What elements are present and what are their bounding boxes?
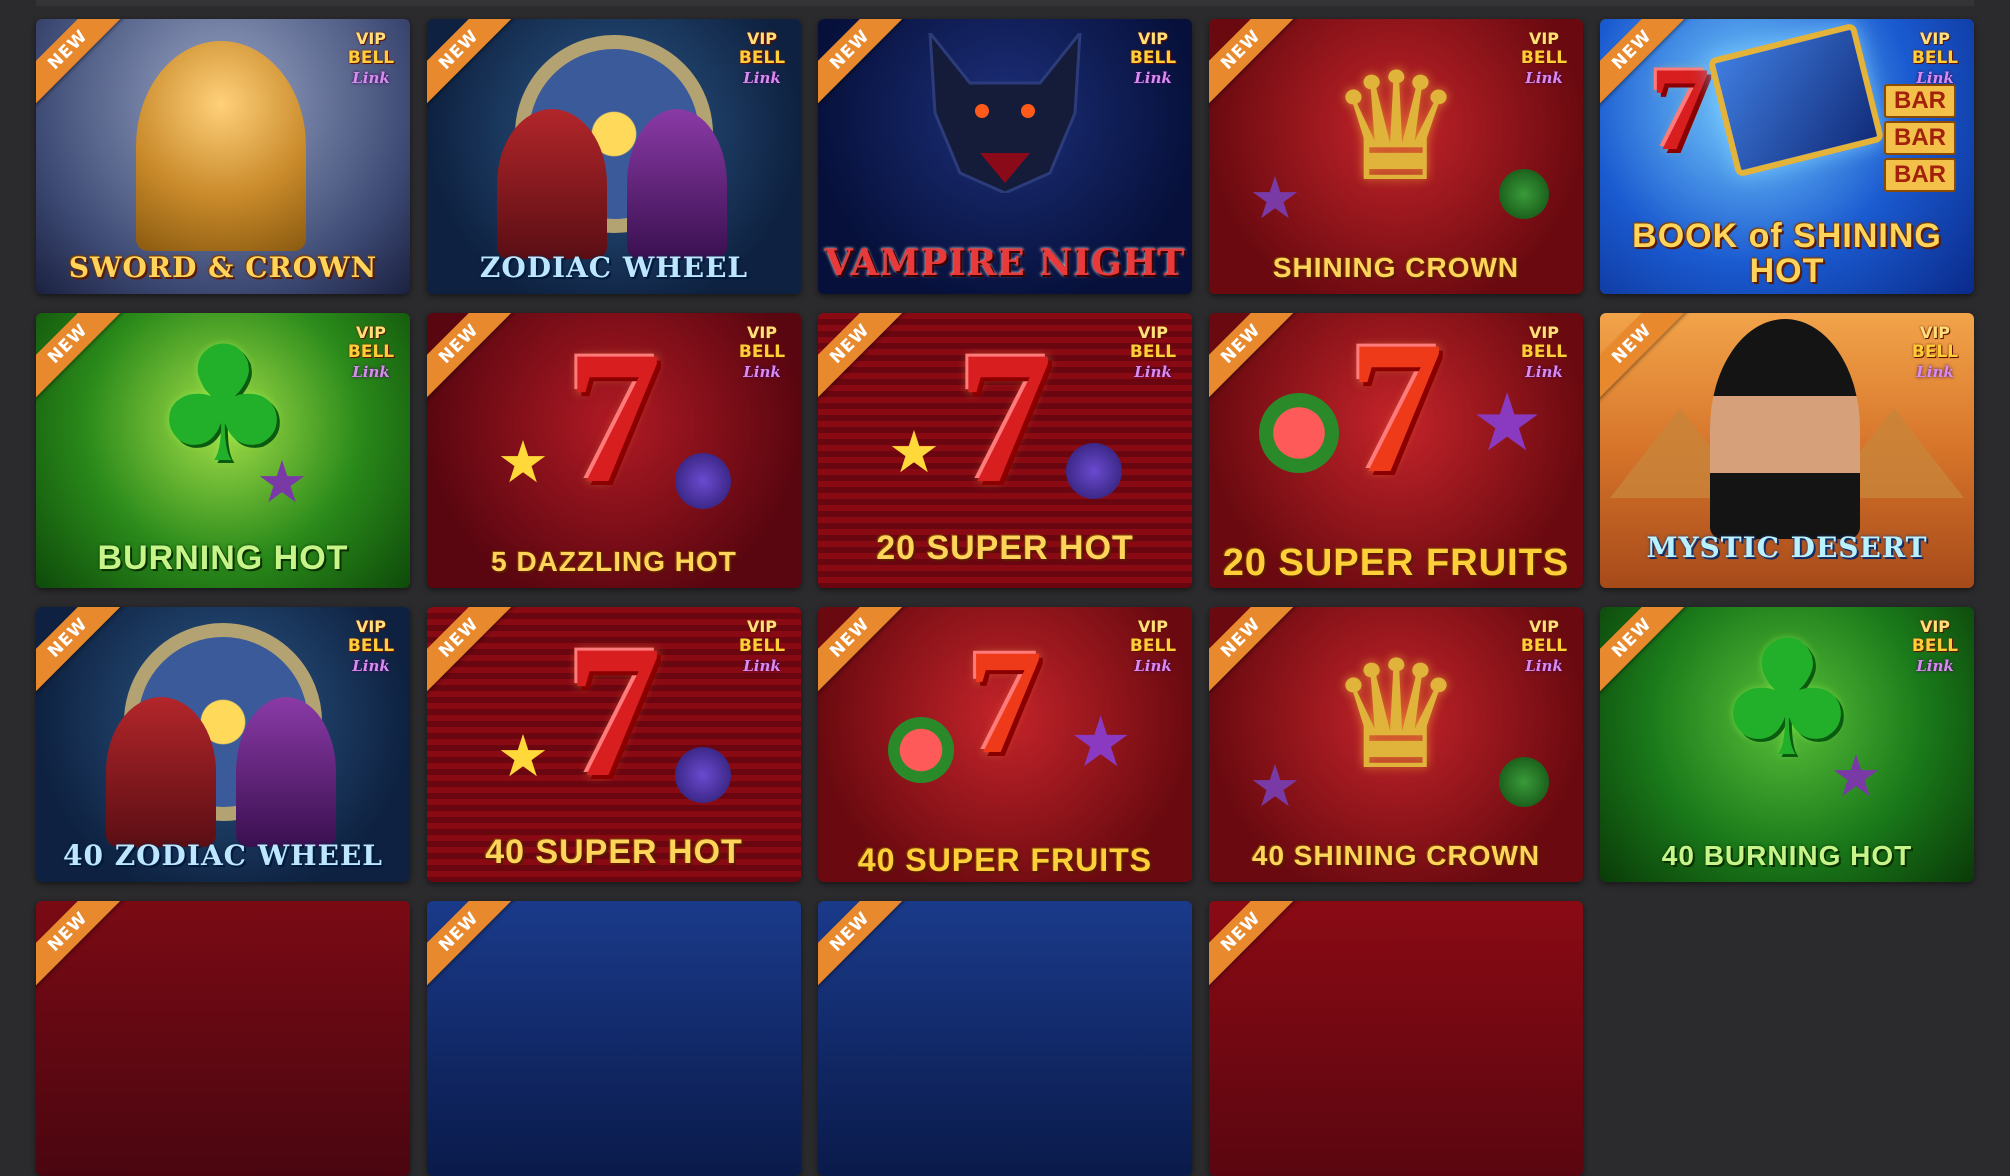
game-tile-20-super-fruits[interactable]: 7 ★ NEW VIP BELL Link 20 SUPER FRUITS: [1209, 313, 1583, 588]
star-icon: ★: [256, 448, 308, 516]
star-icon: ★: [1471, 376, 1543, 469]
watermelon-icon: [1259, 393, 1339, 473]
king-figure-icon: [136, 41, 306, 251]
vip-bell-link-logo: VIP BELL Link: [1911, 323, 1959, 381]
game-grid: NEW VIP BELL Link SWORD & CROWN NEW VIP BEL…: [36, 19, 1974, 1176]
game-tile-partial[interactable]: NEW: [36, 901, 410, 1176]
watermelon-icon: [1499, 169, 1549, 219]
vip-bell-link-logo: VIP BELL Link: [738, 617, 786, 675]
watermelon-icon: [888, 717, 954, 783]
game-tile-40-burning-hot[interactable]: ♣ ★ NEW VIP BELL Link 40 BURNING HOT: [1600, 607, 1974, 882]
top-band: [36, 0, 1974, 6]
vip-bell-link-logo: VIP BELL Link: [1129, 617, 1177, 675]
game-title: 20 SUPER FRUITS: [1222, 542, 1570, 585]
star-icon: ★: [497, 428, 549, 496]
crown-icon: ♛: [1328, 629, 1464, 803]
seven-symbol-icon: 7: [1348, 313, 1444, 513]
star-icon: ★: [1249, 164, 1301, 232]
game-tile-partial[interactable]: NEW: [818, 901, 1192, 1176]
game-title: VAMPIRE NIGHT: [824, 242, 1186, 284]
vip-bell-link-logo: VIP BELL Link: [1520, 617, 1568, 675]
game-tile-burning-hot[interactable]: ♣ ★ NEW VIP BELL Link BURNING HOT: [36, 313, 410, 588]
wizard-figure-icon: [497, 109, 607, 259]
game-title: 40 SUPER FRUITS: [857, 842, 1153, 879]
grapes-icon: [675, 453, 731, 509]
vip-bell-link-logo: VIP BELL Link: [1129, 29, 1177, 87]
seven-symbol-icon: 7: [566, 313, 662, 523]
tile-background: [36, 901, 410, 1176]
star-icon: ★: [1249, 752, 1301, 820]
game-title: 20 SUPER HOT: [876, 529, 1134, 567]
game-tile-sword-crown[interactable]: NEW VIP BELL Link SWORD & CROWN: [36, 19, 410, 294]
vip-bell-link-logo: VIP BELL Link: [347, 29, 395, 87]
game-title: MYSTIC DESERT: [1646, 531, 1928, 564]
tile-background: [427, 901, 801, 1176]
bar-symbols: BAR BAR BAR: [1884, 81, 1956, 195]
game-title: BURNING HOT: [97, 539, 349, 577]
game-title: SWORD & CROWN: [68, 251, 378, 284]
grapes-icon: [675, 747, 731, 803]
vip-bell-link-logo: VIP BELL Link: [738, 323, 786, 381]
game-tile-book-of-shining-hot[interactable]: 7 BAR BAR BAR BOOK of SHINING HOT NEW VIP BE…: [1600, 19, 1974, 294]
game-tile-zodiac-wheel[interactable]: NEW VIP BELL Link ZODIAC WHEEL: [427, 19, 801, 294]
lady-figure-icon: [236, 697, 336, 847]
watermelon-icon: [1499, 757, 1549, 807]
game-tile-40-shining-crown[interactable]: ♛ ★ NEW VIP BELL Link 40 SHINING CROWN: [1209, 607, 1583, 882]
game-tile-vampire-night[interactable]: NEW VIP BELL Link VAMPIRE NIGHT: [818, 19, 1192, 294]
game-tile-shining-crown[interactable]: ♛ ★ NEW VIP BELL Link SHINING CROWN: [1209, 19, 1583, 294]
seven-symbol-icon: 7: [957, 313, 1053, 523]
game-tile-partial[interactable]: NEW: [427, 901, 801, 1176]
star-icon: ★: [1069, 701, 1132, 783]
seven-symbol-icon: 7: [967, 619, 1043, 785]
game-tile-5-dazzling-hot[interactable]: 7 ★ NEW VIP BELL Link 5 DAZZLING HOT: [427, 313, 801, 588]
game-tile-40-super-fruits[interactable]: 7 ★ NEW VIP BELL Link 40 SUPER FRUITS: [818, 607, 1192, 882]
game-title: SHINING CROWN: [1272, 252, 1520, 283]
game-title: 40 BURNING HOT: [1661, 840, 1913, 871]
lady-figure-icon: [627, 109, 727, 259]
vip-bell-link-logo: VIP BELL Link: [1911, 617, 1959, 675]
vip-bell-link-logo: VIP BELL Link: [1129, 323, 1177, 381]
game-title: ZODIAC WHEEL: [479, 251, 749, 284]
game-tile-20-super-hot[interactable]: 7 ★ NEW VIP BELL Link 20 SUPER HOT: [818, 313, 1192, 588]
vip-bell-link-logo: VIP BELL Link: [1911, 29, 1959, 87]
star-icon: ★: [497, 722, 549, 790]
crown-icon: ♛: [1328, 41, 1464, 215]
game-title: 40 SUPER HOT: [485, 833, 743, 871]
seven-symbol-icon: 7: [566, 607, 662, 817]
star-icon: ★: [1830, 742, 1882, 810]
game-title: BOOK of SHINING HOT: [1632, 216, 1942, 291]
grapes-icon: [1066, 443, 1122, 499]
wolf-icon: [928, 33, 1082, 193]
game-tile-partial[interactable]: NEW: [1209, 901, 1583, 1176]
game-tile-40-super-hot[interactable]: 7 ★ NEW VIP BELL Link 40 SUPER HOT: [427, 607, 801, 882]
game-title: 40 ZODIAC WHEEL: [63, 839, 383, 872]
cleopatra-figure-icon: [1710, 319, 1860, 539]
tile-background: [818, 901, 1192, 1176]
vip-bell-link-logo: VIP BELL Link: [1520, 29, 1568, 87]
seven-symbol-icon: 7: [1650, 42, 1710, 175]
game-tile-40-zodiac-wheel[interactable]: NEW VIP BELL Link 40 ZODIAC WHEEL: [36, 607, 410, 882]
vip-bell-link-logo: VIP BELL Link: [738, 29, 786, 87]
game-title: 40 SHINING CROWN: [1251, 840, 1541, 871]
vip-bell-link-logo: VIP BELL Link: [1520, 323, 1568, 381]
game-title: 5 DAZZLING HOT: [491, 546, 737, 577]
vip-bell-link-logo: VIP BELL Link: [347, 323, 395, 381]
game-tile-mystic-desert[interactable]: NEW VIP BELL Link MYSTIC DESERT: [1600, 313, 1974, 588]
tile-background: [1209, 901, 1583, 1176]
wizard-figure-icon: [106, 697, 216, 847]
vip-bell-link-logo: VIP BELL Link: [347, 617, 395, 675]
star-icon: ★: [888, 418, 940, 486]
